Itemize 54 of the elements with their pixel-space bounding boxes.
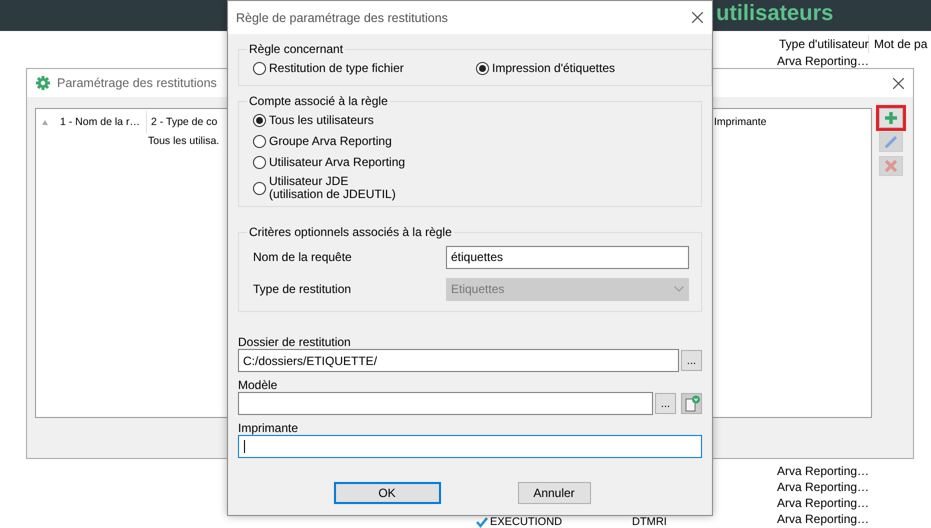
group-title: Critères optionnels associés à la règle	[248, 225, 453, 239]
radio-option[interactable]: Impression d'étiquettes	[476, 58, 699, 79]
sort-icon	[42, 120, 48, 124]
field-label: Nom de la requête	[253, 250, 352, 264]
column-header[interactable]: Type d'utilisateur	[774, 35, 869, 53]
group-title: Règle concernant	[248, 42, 344, 56]
table-cell-text: Arva Reporting…	[776, 479, 870, 495]
radio-option[interactable]: Utilisateur Arva Reporting	[253, 152, 689, 173]
window-title: Règle de paramétrage des restitutions	[236, 10, 449, 24]
pencil-icon	[883, 134, 899, 150]
radio-button[interactable]	[253, 182, 266, 194]
table-cell-text: Arva Reporting…	[776, 511, 870, 527]
close-icon	[692, 12, 702, 23]
app-title: utilisateurs	[716, 0, 834, 26]
document-icon	[682, 394, 700, 412]
table-cell-text: Arva Reporting…	[776, 463, 870, 479]
table-cell: Tous les utilisa.	[148, 135, 220, 147]
radio-option[interactable]: Restitution de type fichier	[253, 58, 476, 79]
radio-option[interactable]: Utilisateur JDE (utilisation de JDEUTIL)	[253, 173, 689, 203]
radio-option[interactable]: Tous les utilisateurs	[253, 110, 689, 131]
table-cell-text: EXECUTIOND	[490, 516, 564, 528]
plus-icon	[883, 110, 899, 126]
text-cursor	[244, 440, 245, 453]
column-header[interactable]: 1 - Nom de la r…	[56, 111, 147, 133]
field-label: Modèle	[238, 378, 278, 392]
input-field[interactable]	[238, 435, 702, 458]
field-label: Type de restitution	[253, 282, 352, 296]
radio-button[interactable]	[253, 135, 266, 148]
window-title: Paramétrage des restitutions	[57, 76, 218, 90]
ok-button[interactable]: OK	[334, 482, 440, 504]
cross-icon	[883, 158, 899, 174]
chevron-down-icon	[674, 286, 684, 292]
input-field[interactable]	[238, 392, 653, 415]
input-field[interactable]: C:/dossiers/ETIQUETTE/	[238, 349, 679, 372]
radio-button[interactable]	[253, 156, 266, 169]
close-icon	[892, 78, 904, 88]
input-field[interactable]: étiquettes	[446, 246, 689, 268]
radio-button[interactable]	[253, 114, 266, 127]
radio-button[interactable]	[476, 62, 489, 75]
table-cell: DTMRI	[632, 516, 667, 528]
table-cell-text: Arva Reporting…	[776, 495, 870, 511]
browse-button[interactable]: ...	[655, 393, 676, 414]
check-icon	[476, 516, 488, 528]
browse-button[interactable]: ...	[681, 350, 702, 371]
cancel-button[interactable]: Annuler	[518, 482, 590, 504]
template-button[interactable]	[681, 393, 702, 414]
radio-option[interactable]: Groupe Arva Reporting	[253, 131, 689, 152]
gear-icon	[35, 75, 51, 91]
table-cell-text: Arva Reporting…	[776, 53, 870, 69]
field-label: Imprimante	[238, 421, 300, 435]
field-label: Dossier de restitution	[238, 335, 352, 349]
radio-button[interactable]	[253, 62, 266, 75]
column-header[interactable]: Mot de pa	[869, 35, 931, 53]
group-title: Compte associé à la règle	[248, 94, 389, 108]
